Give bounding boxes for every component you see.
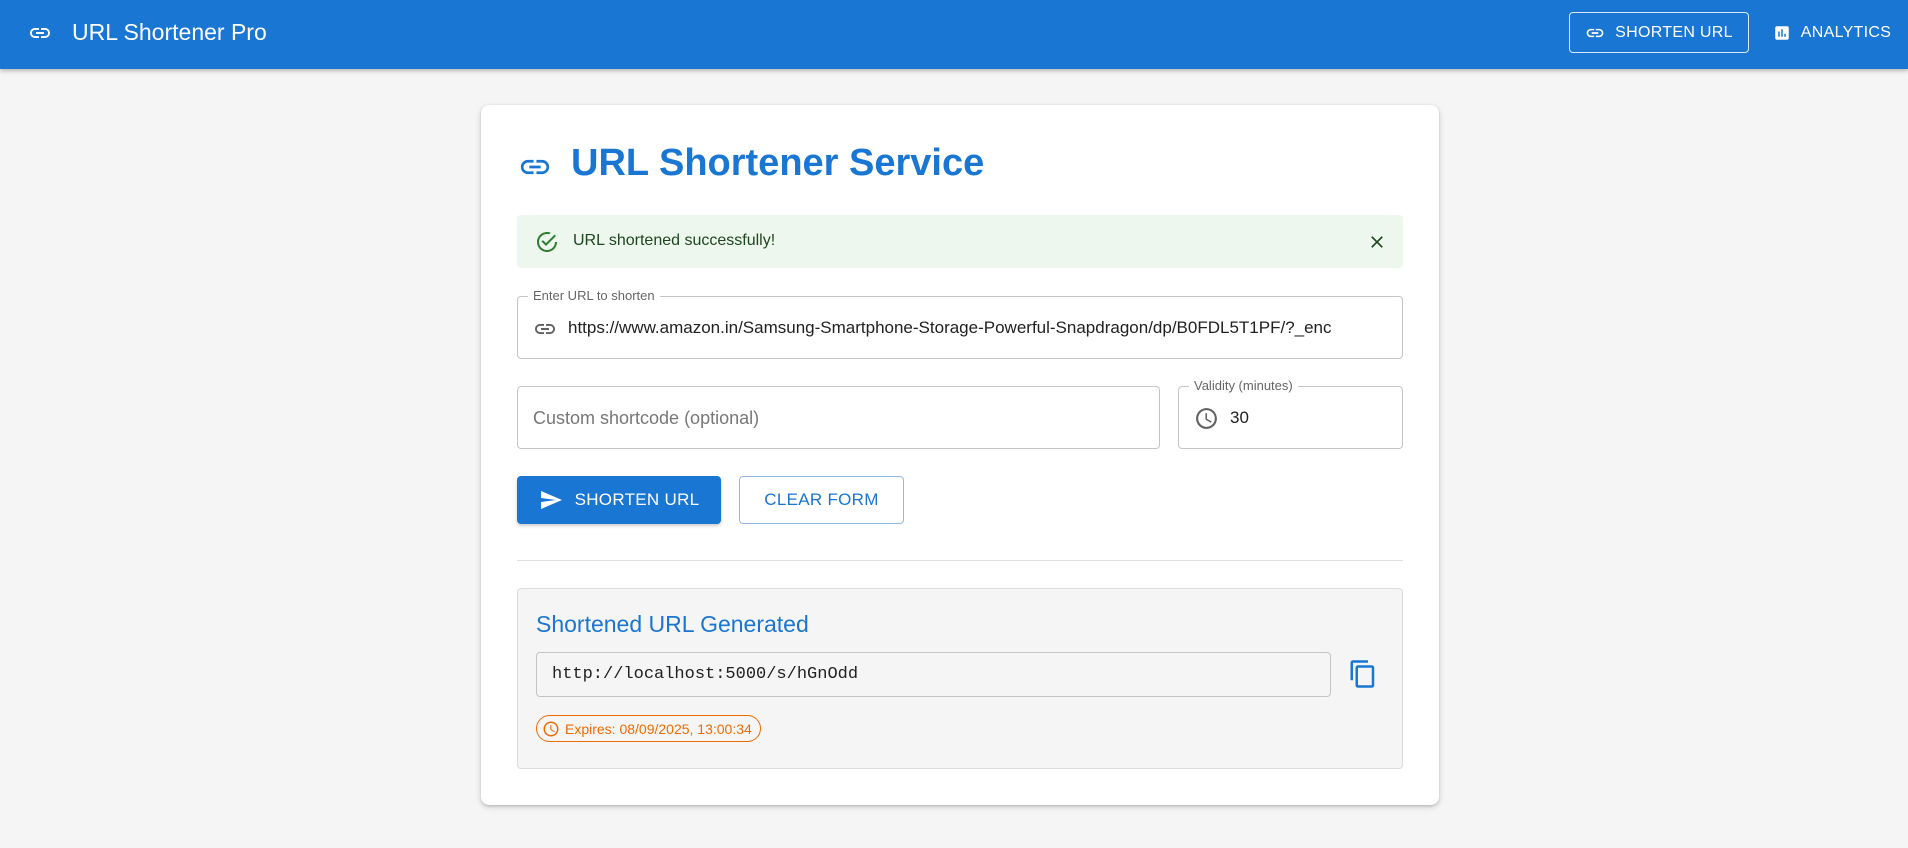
app-title: URL Shortener Pro [72,19,267,45]
shorten-url-label: SHORTEN URL [574,490,700,509]
check-circle-icon [537,232,557,252]
page-title: URL Shortener Service [571,142,985,184]
send-icon [540,491,562,509]
divider [517,560,1403,561]
nav-shorten-url-label: SHORTEN URL [1615,23,1733,41]
shortcode-input[interactable]: Custom shortcode (optional) [517,386,1160,449]
clock-icon [1196,408,1217,429]
nav-analytics-label: ANALYTICS [1800,23,1892,41]
alert-message: URL shortened successfully! [573,232,776,249]
nav-shorten-url-button[interactable]: SHORTEN URL [1569,12,1749,53]
close-icon[interactable] [1367,232,1387,252]
validity-input[interactable]: Validity (minutes) 30 [1178,378,1403,449]
clock-icon [543,721,559,736]
copy-icon[interactable] [1348,659,1378,689]
bar-chart-icon [1775,25,1789,40]
validity-input-value: 30 [1230,408,1249,427]
url-input[interactable]: Enter URL to shorten https://www.amazon.… [517,288,1403,359]
validity-input-label: Validity (minutes) [1189,378,1298,394]
app-bar: URL Shortener Pro SHORTEN URL ANALYTICS [0,0,1908,69]
link-icon [30,28,50,38]
result-title: Shortened URL Generated [536,611,809,637]
success-alert: URL shortened successfully! [517,215,1403,268]
nav-analytics-button[interactable]: ANALYTICS [1762,12,1902,53]
short-url-field[interactable]: http://localhost:5000/s/hGnOdd [536,652,1331,697]
link-icon [1586,28,1604,37]
url-input-value: https://www.amazon.in/Samsung-Smartphone… [568,318,1332,337]
clear-form-label: CLEAR FORM [764,490,879,509]
clear-form-button[interactable]: CLEAR FORM [739,476,904,524]
shorten-url-button[interactable]: SHORTEN URL [517,476,721,524]
result-panel: Shortened URL Generated http://localhost… [517,588,1403,769]
link-icon [535,324,555,334]
expires-chip: Expires: 08/09/2025, 13:00:34 [536,715,761,742]
url-input-label: Enter URL to shorten [528,288,660,304]
shortcode-placeholder: Custom shortcode (optional) [533,408,760,428]
short-url-value: http://localhost:5000/s/hGnOdd [552,665,859,684]
expires-text: Expires: 08/09/2025, 13:00:34 [565,720,752,737]
link-icon [520,159,550,175]
